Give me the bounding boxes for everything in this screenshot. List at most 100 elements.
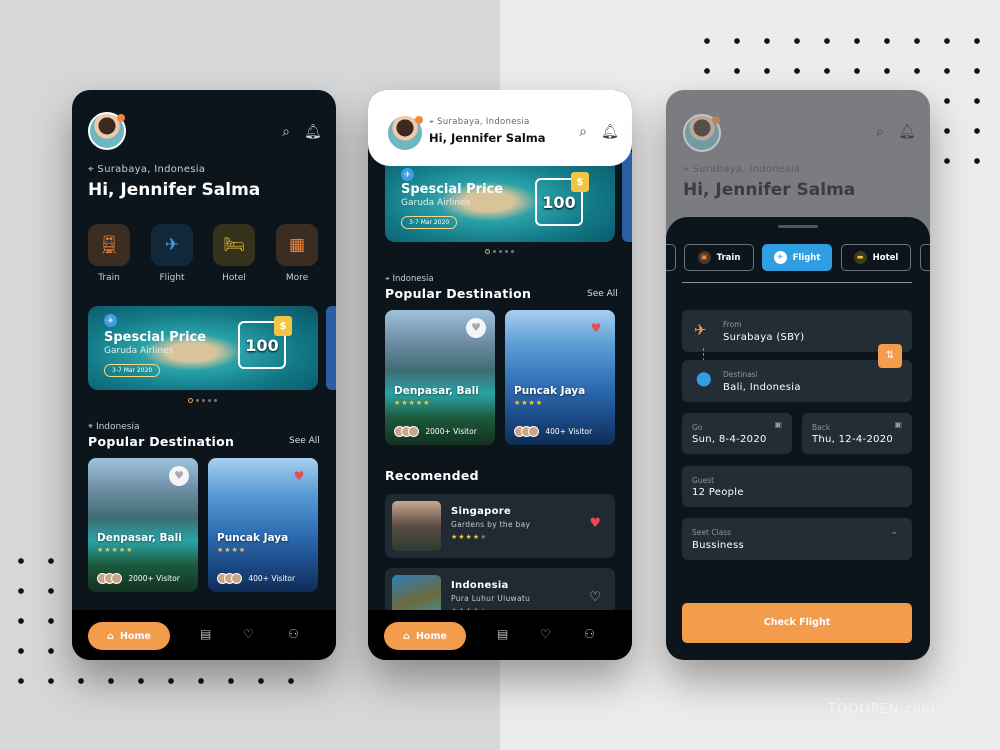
map-pin-icon: ⬤ [696, 371, 712, 387]
search-icon[interactable]: ⌕ [575, 124, 591, 140]
avatar[interactable] [88, 112, 126, 150]
destination-name: Puncak Jaya [217, 532, 289, 544]
profile-icon[interactable]: ⚇ [288, 627, 299, 641]
recommended-item[interactable]: Singapore Gardens by the bay ★★★★★ ♥ [385, 494, 615, 558]
visitor-avatars [217, 573, 242, 584]
next-promo-card[interactable] [622, 152, 632, 242]
carousel-dots[interactable] [485, 249, 514, 254]
destination-card[interactable]: ♥ Puncak Jaya ★★★★ 400+ Visitor [505, 310, 615, 445]
destination-name: Puncak Jaya [514, 385, 586, 397]
sticky-header: ⌖ Surabaya, Indonesia Hi, Jennifer Salma… [368, 90, 632, 166]
section-title: Recomended [385, 468, 479, 483]
search-icon[interactable]: ⌕ [278, 124, 294, 140]
plane-icon: ✈ [164, 235, 180, 255]
tab-label: Train [716, 252, 741, 263]
avatar [683, 114, 721, 152]
bell-icon[interactable]: 🔔︎ [601, 124, 619, 140]
nav-home-button[interactable]: ⌂ Home [384, 622, 466, 650]
chevron-down-icon: ⌄ [890, 527, 898, 537]
plane-icon: ✈ [104, 314, 117, 327]
field-label: From [723, 320, 742, 329]
visitor-count: 400+ Visitor [248, 574, 296, 583]
category-train-button[interactable]: 🚆︎ [88, 224, 130, 266]
visitor-avatars [97, 573, 122, 584]
carousel-dots[interactable] [188, 398, 217, 403]
location-pin-icon: ⌖ [429, 117, 438, 127]
heart-icon[interactable]: ♥ [169, 466, 189, 486]
destination-card[interactable]: ♥ Denpasar, Bali ★★★★★ 2000+ Visitor [88, 458, 198, 592]
train-icon: ▣ [697, 251, 711, 264]
heart-filled-icon[interactable]: ♥ [586, 318, 606, 338]
document-icon[interactable]: ▤ [497, 627, 508, 641]
field-value: Sun, 8-4-2020 [692, 434, 767, 445]
destination-field[interactable]: ⬤ Destinasi Bali, Indonesia [682, 360, 912, 402]
category-flight-button[interactable]: ✈ [151, 224, 193, 266]
heart-icon[interactable]: ♡ [243, 627, 254, 641]
nav-home-label: Home [119, 630, 151, 642]
region-label: Indonesia [95, 422, 140, 432]
field-value: Thu, 12-4-2020 [812, 434, 894, 445]
home-icon: ⌂ [403, 630, 410, 642]
tab-partial[interactable] [666, 244, 676, 271]
tab-label: Flight [792, 252, 821, 263]
section-title: Popular Destination [88, 434, 235, 449]
rating-stars: ★★★★ [514, 399, 544, 407]
back-date-field[interactable]: Back Thu, 12-4-2020 ▣ [802, 413, 912, 454]
heart-icon[interactable]: ♡ [540, 627, 551, 641]
category-hotel-button[interactable]: 🛏︎ [213, 224, 255, 266]
heart-filled-icon[interactable]: ♥ [589, 516, 601, 531]
check-flight-button[interactable]: Check Flight [682, 603, 912, 643]
place-name: Indonesia [451, 580, 509, 591]
visitor-count: 2000+ Visitor [128, 574, 180, 583]
plane-icon: ✈ [401, 168, 414, 181]
tab-train[interactable]: ▣ Train [684, 244, 754, 271]
plane-icon: ✈ [694, 321, 707, 339]
user-location: Surabaya, Indonesia [437, 117, 530, 127]
divider [682, 282, 912, 283]
rating-stars: ★★★★★ [394, 399, 431, 407]
place-subtitle: Gardens by the bay [451, 520, 531, 529]
destination-card[interactable]: ♥ Denpasar, Bali ★★★★★ 2000+ Visitor [385, 310, 495, 445]
location-pin-icon: ⌖ [88, 164, 98, 175]
location-pin-icon: ⌖ [88, 422, 96, 432]
profile-icon[interactable]: ⚇ [584, 627, 595, 641]
heart-filled-icon[interactable]: ♥ [289, 466, 309, 486]
heart-icon[interactable]: ♡ [589, 590, 601, 605]
category-label: More [285, 273, 309, 283]
bottom-nav: ⌂ Home ▤ ♡ ⚇ [368, 610, 632, 660]
field-value: Surabaya (SBY) [723, 332, 805, 343]
guest-field[interactable]: Guest 12 People [682, 466, 912, 507]
destination-card[interactable]: ♥ Puncak Jaya ★★★★ 400+ Visitor [208, 458, 318, 592]
seat-class-select[interactable]: Seet Class Bussiness ⌄ [682, 518, 912, 560]
field-label: Guest [692, 476, 715, 485]
tab-partial[interactable] [920, 244, 930, 271]
field-value: Bali, Indonesia [723, 382, 801, 393]
go-date-field[interactable]: Go Sun, 8-4-2020 ▣ [682, 413, 792, 454]
nav-home-button[interactable]: ⌂ Home [88, 622, 170, 650]
sheet-handle[interactable] [778, 225, 818, 228]
document-icon[interactable]: ▤ [200, 627, 211, 641]
heart-icon[interactable]: ♥ [466, 318, 486, 338]
avatar[interactable] [386, 114, 424, 152]
visitor-count: 400+ Visitor [545, 427, 593, 436]
swap-button[interactable]: ⇅ [878, 344, 902, 368]
calendar-icon: ▣ [774, 420, 782, 429]
place-subtitle: Pura Luhur Uluwatu [451, 594, 531, 603]
tab-hotel[interactable]: ▬ Hotel [841, 244, 911, 271]
promo-title: Spescial Price [401, 182, 504, 197]
next-promo-card[interactable] [326, 306, 336, 390]
bed-icon: 🛏︎ [223, 235, 245, 255]
visitor-count: 2000+ Visitor [425, 427, 477, 436]
see-all-link[interactable]: See All [587, 289, 618, 299]
bottom-nav: ⌂ Home ▤ ♡ ⚇ [72, 610, 336, 660]
promo-card[interactable]: ✈ Spescial Price Garuda Airlines 3-7 Mar… [88, 306, 318, 390]
tab-flight[interactable]: ✈ Flight [762, 244, 832, 271]
bell-icon[interactable]: 🔔︎ [304, 124, 322, 140]
visitor-avatars [394, 426, 419, 437]
nav-home-label: Home [415, 630, 447, 642]
category-label: Train [98, 273, 120, 283]
see-all-link[interactable]: See All [289, 436, 320, 446]
home-screen-scrolled: ✈ Spescial Price Garuda Airlines 3-7 Mar… [368, 90, 632, 660]
swap-icon: ⇅ [885, 350, 895, 361]
category-more-button[interactable]: ▦ [276, 224, 318, 266]
